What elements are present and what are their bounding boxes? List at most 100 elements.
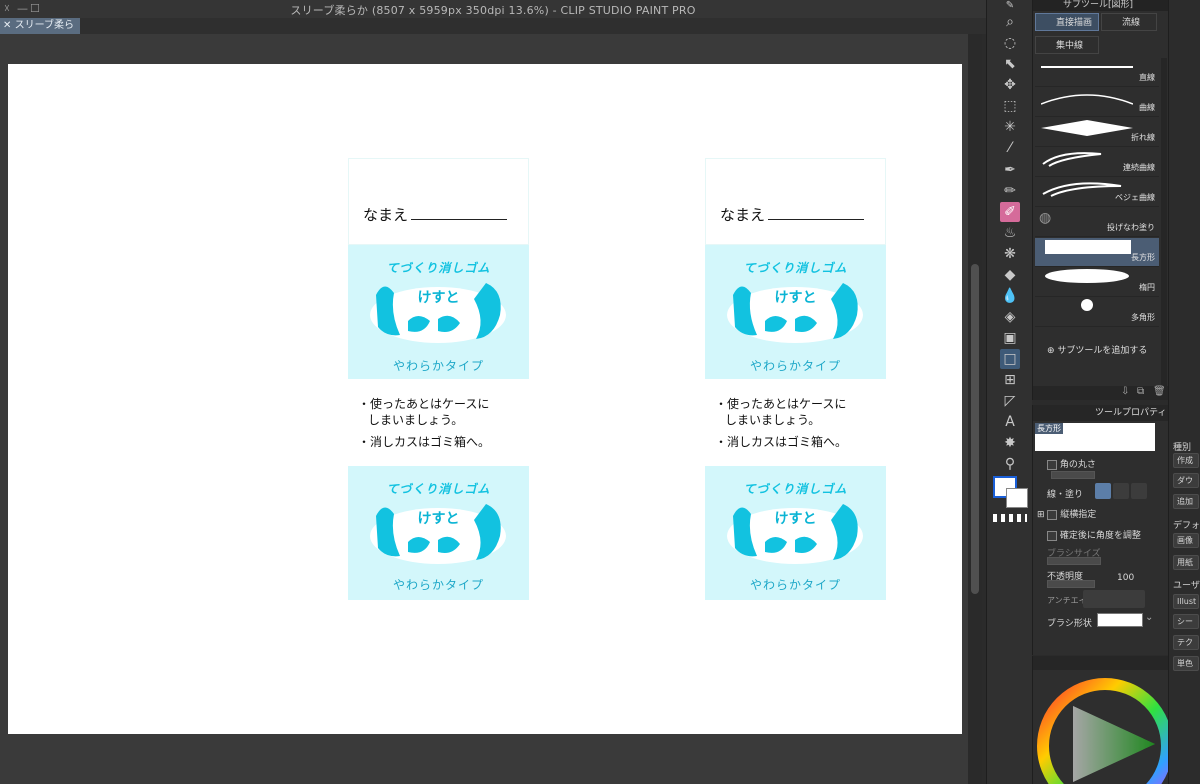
subtool-group-label: 直接描画 bbox=[1056, 18, 1093, 28]
aspect-row[interactable]: ⊞ 縦横指定 bbox=[1037, 507, 1096, 520]
expand-plus-icon[interactable]: ⊞ bbox=[1037, 510, 1045, 520]
brush-icon[interactable]: ✐ bbox=[1000, 202, 1020, 222]
texture-button[interactable]: テク bbox=[1173, 635, 1199, 650]
logo-brand-text: けすと bbox=[417, 511, 460, 527]
canvas-page[interactable]: なまえ てづくり消しゴム けすと やわらかタイプ ・使ったあとはケースに しまい… bbox=[8, 64, 962, 734]
aspect-checkbox[interactable] bbox=[1047, 509, 1058, 520]
pencil-icon[interactable]: ✏ bbox=[1000, 181, 1020, 201]
eyedropper-icon[interactable]: ⁄ bbox=[1000, 138, 1020, 158]
create-button[interactable]: 作成 bbox=[1173, 453, 1199, 468]
subtool-item-label: 楕円 bbox=[1139, 283, 1155, 292]
logo-type-text: やわらかタイプ bbox=[392, 578, 484, 592]
rectangle-preview-icon bbox=[1045, 240, 1131, 254]
transparent-color-swatch[interactable] bbox=[993, 514, 1027, 522]
category-label: 種別 bbox=[1173, 443, 1192, 453]
scrollbar-thumb[interactable] bbox=[971, 264, 979, 594]
illust-button[interactable]: Illust bbox=[1173, 594, 1199, 609]
single-color-button[interactable]: 単色 bbox=[1173, 656, 1199, 671]
rect-select-icon[interactable]: ⬚ bbox=[1000, 96, 1020, 116]
tool-property-panel: ツールプロパティ 長方形 角の丸さ 線・塗り ⊞ 縦横指定 確定後に角度を調整 … bbox=[1032, 405, 1169, 655]
subtool-item-label: 多角形 bbox=[1131, 313, 1155, 322]
line-mode-button[interactable] bbox=[1095, 483, 1111, 499]
subtool-item-rectangle[interactable]: 長方形 bbox=[1035, 238, 1159, 267]
paper-button[interactable]: 用紙 bbox=[1173, 555, 1199, 570]
balloon-icon[interactable]: ✸ bbox=[1000, 433, 1020, 453]
subtool-item-polygon[interactable]: 多角形 bbox=[1035, 298, 1159, 327]
round-corner-field[interactable] bbox=[1051, 471, 1095, 479]
subtool-group-direct-draw[interactable]: 直接描画 bbox=[1035, 13, 1099, 31]
brush-shape-preview[interactable] bbox=[1097, 613, 1143, 627]
toolbox: ✎ ⌕ ◌ ⬉ ✥ ⬚ ✳ ⁄ ✒ ✏ ✐ ♨ ❋ ◆ 💧 ◈ ▣ □ ⊞ ◸ … bbox=[986, 0, 1032, 784]
close-tab-icon[interactable]: ✕ bbox=[3, 20, 11, 31]
add-subtool-button[interactable]: ⊕ サブツールを追加する bbox=[1047, 343, 1147, 356]
subtool-item-label: 直線 bbox=[1139, 73, 1155, 82]
opacity-value[interactable]: 100 bbox=[1117, 573, 1134, 583]
subtool-group-label: 集中線 bbox=[1056, 41, 1084, 51]
pen-icon[interactable]: ✎ bbox=[1000, 1, 1020, 11]
subtool-item-bezier[interactable]: ベジェ曲線 bbox=[1035, 178, 1159, 207]
logo-type-text: やわらかタイプ bbox=[392, 359, 484, 373]
image-button[interactable]: 画像 bbox=[1173, 533, 1199, 548]
subtool-item-ellipse[interactable]: 楕円 bbox=[1035, 268, 1159, 297]
magic-wand-icon[interactable]: ✳ bbox=[1000, 117, 1020, 137]
continuous-curve-preview-icon bbox=[1042, 152, 1102, 167]
brush-size-field[interactable] bbox=[1047, 557, 1101, 565]
color-panel-tabs bbox=[1033, 656, 1169, 670]
opacity-slider[interactable] bbox=[1047, 580, 1095, 588]
subtool-scrollbar[interactable] bbox=[1161, 58, 1167, 388]
figure-tool-icon[interactable]: □ bbox=[1000, 349, 1020, 369]
correct-line-icon[interactable]: ⚲ bbox=[1000, 454, 1020, 474]
object-select-icon[interactable]: ⬉ bbox=[1000, 54, 1020, 74]
text-tool-icon[interactable]: A bbox=[1000, 412, 1020, 432]
name-underline bbox=[768, 219, 864, 220]
gradient-icon[interactable]: ▣ bbox=[1000, 328, 1020, 348]
fill-icon[interactable]: ◈ bbox=[1000, 307, 1020, 327]
subtool-item-line[interactable]: 直線 bbox=[1035, 58, 1159, 87]
sheet-button[interactable]: シー bbox=[1173, 614, 1199, 629]
add-subtool-label: サブツールを追加する bbox=[1057, 346, 1148, 356]
copy-icon[interactable]: ⧉ bbox=[1137, 386, 1144, 397]
subtool-item-polyline[interactable]: 折れ線 bbox=[1035, 118, 1159, 147]
fill-mode-button[interactable] bbox=[1113, 483, 1129, 499]
angle-adjust-row[interactable]: 確定後に角度を調整 bbox=[1047, 528, 1141, 541]
line-fill-mode-button[interactable] bbox=[1131, 483, 1147, 499]
logo-brand-text: けすと bbox=[417, 290, 460, 306]
download-button[interactable]: ダウ bbox=[1173, 473, 1199, 488]
tool-property-title: ツールプロパティ bbox=[1033, 405, 1169, 421]
chevron-down-icon[interactable]: ⌄ bbox=[1145, 612, 1153, 623]
document-tab[interactable]: ✕ スリーブ柔らか bbox=[0, 18, 80, 47]
blend-icon[interactable]: 💧 bbox=[1000, 286, 1020, 306]
logo-panel: てづくり消しゴム けすと やわらかタイプ bbox=[348, 245, 529, 379]
decoration-icon[interactable]: ❋ bbox=[1000, 244, 1020, 264]
sub-color-swatch[interactable] bbox=[1006, 488, 1028, 508]
subtool-item-curve[interactable]: 曲線 bbox=[1035, 88, 1159, 117]
airbrush-icon[interactable]: ♨ bbox=[1000, 223, 1020, 243]
antialias-label: アンチエイ bbox=[1047, 596, 1087, 605]
note-line-3: ・消しカスはゴミ箱へ。 bbox=[358, 435, 491, 449]
subtool-item-lasso-fill[interactable]: ◍ 投げなわ塗り bbox=[1035, 208, 1159, 237]
user-label: ユーザ bbox=[1173, 581, 1200, 591]
subtool-group-focus-lines[interactable]: 集中線 bbox=[1035, 36, 1099, 54]
move-icon[interactable]: ✥ bbox=[1000, 75, 1020, 95]
canvas-scrollbar[interactable] bbox=[968, 34, 982, 784]
antialias-selector[interactable] bbox=[1083, 590, 1145, 608]
pen-tool-icon[interactable]: ✒ bbox=[1000, 160, 1020, 180]
angle-adjust-label: 確定後に角度を調整 bbox=[1059, 531, 1141, 541]
export-icon[interactable]: ⇩ bbox=[1121, 386, 1129, 397]
subtool-item-continuous-curve[interactable]: 連続曲線 bbox=[1035, 148, 1159, 177]
round-corner-row[interactable]: 角の丸さ bbox=[1047, 457, 1096, 470]
angle-adjust-checkbox[interactable] bbox=[1047, 530, 1057, 541]
subtool-group-streamline[interactable]: 流線 bbox=[1101, 13, 1157, 31]
ruler-icon[interactable]: ◸ bbox=[1000, 391, 1020, 411]
eraser-icon[interactable]: ◆ bbox=[1000, 265, 1020, 285]
round-corner-checkbox[interactable] bbox=[1047, 459, 1057, 470]
lasso-select-icon[interactable]: ◌ bbox=[1000, 33, 1020, 53]
document-tab-bar: ✕ スリーブ柔らか bbox=[0, 18, 986, 47]
trash-icon[interactable]: 🗑 bbox=[1153, 386, 1166, 397]
add-button[interactable]: 追加 bbox=[1173, 494, 1199, 509]
logo-type-text: やわらかタイプ bbox=[749, 578, 841, 592]
zoom-icon[interactable]: ⌕ bbox=[1000, 12, 1020, 32]
color-wheel[interactable] bbox=[1033, 678, 1169, 784]
name-prompt: なまえ bbox=[720, 206, 766, 224]
frame-border-icon[interactable]: ⊞ bbox=[1000, 370, 1020, 390]
